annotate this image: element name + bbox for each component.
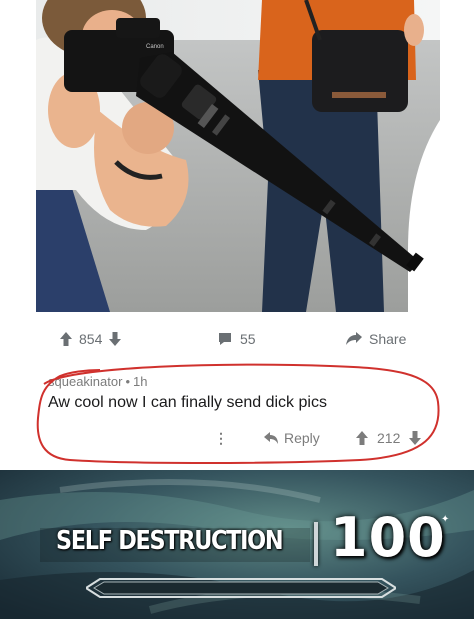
share-label: Share: [369, 331, 407, 347]
level-sparkle-icon: ✦: [441, 514, 450, 525]
upvote-arrow-icon[interactable]: [60, 332, 72, 346]
downvote-arrow-icon[interactable]: [109, 332, 122, 346]
camera-brand: Canon: [146, 44, 164, 50]
reply-arrow-icon: [264, 432, 278, 444]
skill-level: 100: [330, 506, 446, 569]
skill-level-banner: SELF DESTRUCTION 100 ✦: [0, 470, 474, 619]
skill-progress-bar: [86, 578, 396, 598]
comments-button[interactable]: 55: [218, 331, 256, 347]
share-arrow-icon: [346, 332, 362, 346]
comment-count: 55: [240, 331, 256, 347]
comment-upvote-icon[interactable]: [356, 431, 368, 445]
comment-bubble-icon: [218, 332, 232, 346]
skill-name: SELF DESTRUCTION: [56, 526, 284, 556]
photographer-scene: Canon: [36, 0, 440, 312]
comment-vote-count: 212: [377, 430, 401, 446]
comment-actions: ⋮ Reply 212: [36, 428, 440, 450]
comment-meta: squeakinator • 1h: [48, 374, 147, 389]
post-votes: 854: [60, 331, 122, 347]
reply-label: Reply: [284, 430, 320, 446]
post-action-bar: 854 55 Share: [36, 323, 440, 355]
skill-separator: [314, 522, 318, 566]
comment-votes: 212: [356, 430, 422, 446]
post-image[interactable]: Canon: [36, 0, 440, 312]
comment: squeakinator • 1h Aw cool now I can finall…: [36, 370, 440, 462]
comment-text: Aw cool now I can finally send dick pics: [48, 394, 327, 411]
comment-downvote-icon[interactable]: [409, 431, 422, 445]
more-options-icon[interactable]: ⋮: [214, 430, 228, 447]
share-button[interactable]: Share: [346, 331, 406, 347]
post-upvote-count: 854: [79, 331, 103, 347]
comment-username[interactable]: squeakinator: [48, 374, 122, 389]
comment-age: 1h: [133, 374, 148, 389]
reply-button[interactable]: Reply: [264, 430, 320, 446]
meta-separator: •: [125, 374, 131, 389]
